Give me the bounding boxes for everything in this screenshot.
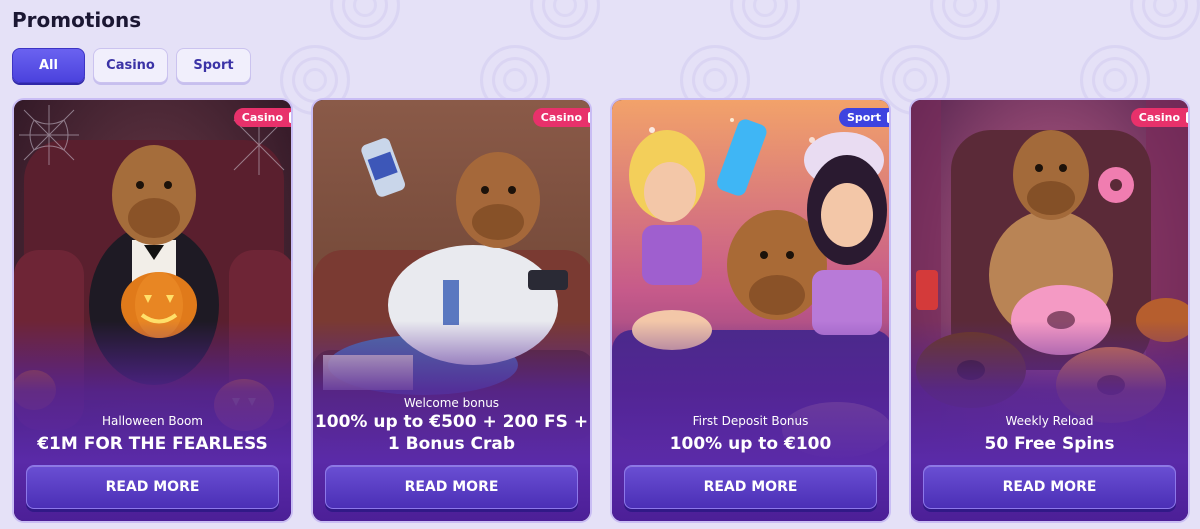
category-badge: Casino — [1130, 108, 1188, 127]
read-more-button[interactable]: READ MORE — [26, 465, 279, 509]
promo-subtitle: Halloween Boom — [102, 414, 203, 428]
read-more-button[interactable]: READ MORE — [923, 465, 1176, 509]
promo-title: 100% up to €100 — [669, 434, 832, 454]
promo-subtitle: Weekly Reload — [1005, 414, 1094, 428]
read-more-button[interactable]: READ MORE — [325, 465, 578, 509]
promo-card-welcome[interactable]: Casino Welcome bonus 100% up to €500 + 2… — [311, 98, 592, 523]
page-title: Promotions — [12, 8, 142, 32]
filter-all-button[interactable]: All — [12, 48, 85, 83]
promo-card-first-deposit[interactable]: Sport First Deposit Bonus 100% up to €10… — [610, 98, 891, 523]
promo-title-line-1: 100% up to €500 + 200 FS + — [314, 412, 589, 432]
filter-tabs: All Casino Sport — [12, 48, 251, 83]
promo-subtitle: First Deposit Bonus — [692, 414, 809, 428]
promo-title: €1M FOR THE FEARLESS — [37, 434, 268, 454]
read-more-button[interactable]: READ MORE — [624, 465, 877, 509]
category-badge: Sport — [838, 108, 889, 127]
promo-title-line-2: 1 Bonus Crab — [387, 434, 516, 454]
promo-title: 50 Free Spins — [984, 434, 1115, 454]
promo-card-weekly-reload[interactable]: Casino Weekly Reload 50 Free Spins READ … — [909, 98, 1190, 523]
promo-title: 100% up to €500 + 200 FS + 1 Bonus Crab — [313, 411, 590, 455]
filter-sport-button[interactable]: Sport — [176, 48, 251, 83]
promo-card-halloween[interactable]: Casino Halloween Boom €1M FOR THE FEARLE… — [12, 98, 293, 523]
category-badge: Casino — [233, 108, 291, 127]
promo-subtitle: Welcome bonus — [403, 396, 500, 410]
promotions-list: Casino Halloween Boom €1M FOR THE FEARLE… — [12, 98, 1190, 523]
category-badge: Casino — [532, 108, 590, 127]
filter-casino-button[interactable]: Casino — [93, 48, 168, 83]
